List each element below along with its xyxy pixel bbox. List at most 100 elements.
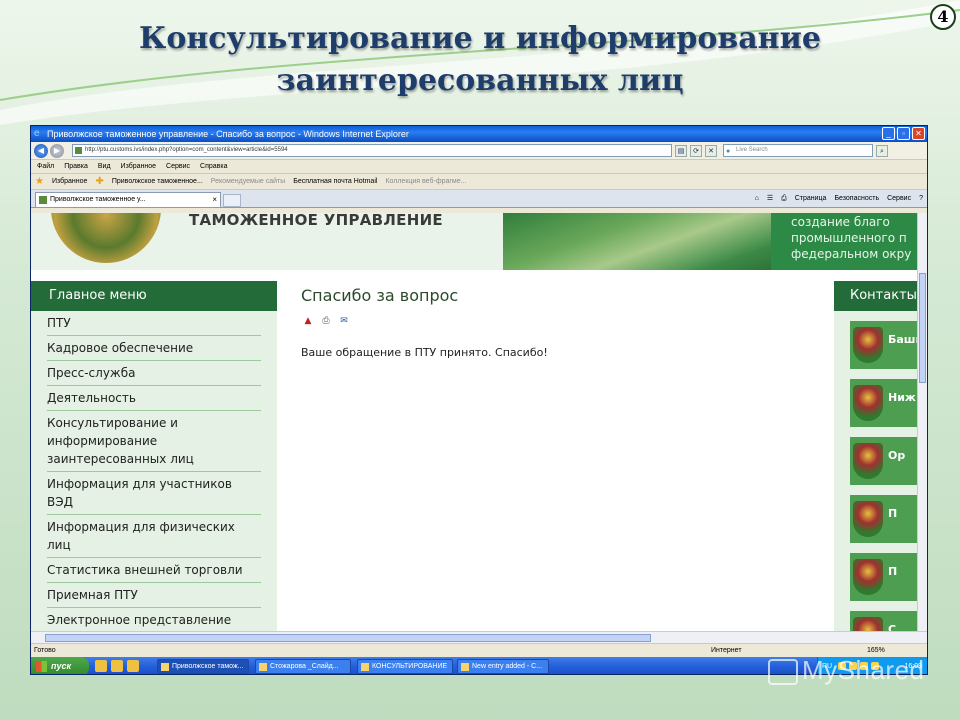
pdf-icon[interactable]: ▲: [301, 315, 315, 327]
menu-favorites[interactable]: Избранное: [121, 160, 156, 173]
ie-quick-icon[interactable]: [111, 660, 123, 672]
print-page-icon[interactable]: ⎙: [319, 315, 333, 327]
menu-item-press[interactable]: Пресс-служба: [47, 361, 261, 386]
contact-card[interactable]: П: [850, 553, 927, 601]
main-content: Спасибо за вопрос ▲ ⎙ ✉ Ваше обращение в…: [301, 285, 821, 361]
fav-link-hotmail[interactable]: Бесплатная почта Hotmail: [293, 174, 377, 190]
help-icon[interactable]: ?: [919, 191, 923, 207]
fav-link-ptu[interactable]: Приволжское таможенное...: [112, 174, 203, 190]
maximize-button[interactable]: ▫: [897, 127, 910, 140]
slide-title-line-2: заинтересованных лиц: [276, 63, 684, 98]
cmd-page[interactable]: Страница: [795, 191, 827, 207]
menu-tools[interactable]: Сервис: [166, 160, 190, 173]
page-viewport: ТАМОЖЕННОЕ УПРАВЛЕНИЕ создание благо про…: [31, 213, 927, 631]
contacts-title: Контакты: [834, 281, 927, 311]
menu-item-ptu[interactable]: ПТУ: [47, 311, 261, 336]
home-icon[interactable]: ⌂: [755, 191, 759, 207]
contact-card[interactable]: П: [850, 495, 927, 543]
task-label: New entry added - C...: [472, 663, 543, 670]
vertical-scroll-thumb[interactable]: [919, 273, 926, 383]
search-input[interactable]: ● Live Search: [723, 144, 873, 157]
menu-item-staffing[interactable]: Кадровое обеспечение: [47, 336, 261, 361]
window-controls: _ ▫ ✕: [882, 127, 925, 140]
contact-card[interactable]: Ниж: [850, 379, 927, 427]
favorites-star-icon[interactable]: ★: [35, 174, 44, 190]
vertical-scrollbar[interactable]: [917, 213, 927, 631]
cmd-safety[interactable]: Безопасность: [834, 191, 879, 207]
minimize-button[interactable]: _: [882, 127, 895, 140]
content-tools: ▲ ⎙ ✉: [301, 315, 821, 327]
banner-photo: [503, 213, 793, 270]
compatibility-icon[interactable]: ▤: [675, 144, 687, 157]
start-button[interactable]: пуск: [31, 657, 89, 674]
contact-label: Ор: [888, 449, 906, 462]
menu-file[interactable]: Файл: [37, 160, 54, 173]
fav-link-webslices[interactable]: Коллекция веб-фрагме...: [385, 174, 466, 190]
status-zone: Интернет: [711, 647, 742, 654]
task-button-ie[interactable]: Приволжское тамож...: [157, 659, 249, 674]
contact-card[interactable]: Башк: [850, 321, 927, 369]
menu-item-activity[interactable]: Деятельность: [47, 386, 261, 411]
desktop-icon[interactable]: [127, 660, 139, 672]
favorites-bar: ★ Избранное ✚ Приволжское таможенное... …: [31, 174, 927, 190]
menu-help[interactable]: Справка: [200, 160, 227, 173]
menu-item-reception[interactable]: Приемная ПТУ: [47, 583, 261, 608]
ie-logo-icon: e: [34, 128, 40, 139]
stop-icon[interactable]: ✕: [705, 144, 717, 157]
outlook-icon[interactable]: [95, 660, 107, 672]
refresh-icon[interactable]: ⟳: [690, 144, 702, 157]
folder-task-icon: [361, 663, 369, 671]
menu-item-electronic[interactable]: Электронное представление: [47, 608, 261, 631]
new-tab-button[interactable]: [223, 194, 241, 207]
task-label: КОНСУЛЬТИРОВАНИЕ: [372, 663, 448, 670]
email-icon[interactable]: ✉: [337, 315, 351, 327]
task-label: Приволжское тамож...: [172, 663, 244, 670]
tab-active[interactable]: Приволжское таможенное у... ×: [35, 192, 221, 207]
main-menu-sidebar: Главное меню ПТУ Кадровое обеспечение Пр…: [31, 281, 277, 631]
contact-card[interactable]: Ор: [850, 437, 927, 485]
print-icon[interactable]: ⎙: [781, 191, 787, 207]
site-banner: ТАМОЖЕННОЕ УПРАВЛЕНИЕ создание благо про…: [31, 213, 927, 270]
contact-card[interactable]: С: [850, 611, 927, 631]
region-emblem-icon: [853, 443, 883, 479]
slide-number-badge: 4: [930, 4, 956, 30]
menu-item-trade-stats[interactable]: Статистика внешней торговли: [47, 558, 261, 583]
region-emblem-icon: [853, 327, 883, 363]
task-button-powerpoint[interactable]: Стожарова _Слайд...: [255, 659, 351, 674]
app-task-icon: [461, 663, 469, 671]
search-go-icon[interactable]: ⌕: [876, 144, 888, 157]
status-text: Готово: [34, 647, 56, 654]
menu-edit[interactable]: Правка: [64, 160, 88, 173]
watermark-text: MyShared: [802, 655, 925, 685]
browser-window: e Приволжское таможенное управление - Сп…: [30, 125, 928, 675]
menu-item-fea-participants[interactable]: Информация для участников ВЭД: [47, 472, 261, 515]
menu-bar: Файл Правка Вид Избранное Сервис Справка: [31, 160, 927, 174]
horizontal-scroll-thumb[interactable]: [45, 634, 651, 642]
menu-view[interactable]: Вид: [98, 160, 111, 173]
tab-close-icon[interactable]: ×: [212, 193, 217, 207]
start-label: пуск: [51, 661, 72, 671]
command-bar: ⌂ ☰ ⎙ Страница Безопасность Сервис ?: [755, 191, 923, 207]
task-button-folder[interactable]: КОНСУЛЬТИРОВАНИЕ: [357, 659, 453, 674]
tab-title: Приволжское таможенное у...: [50, 196, 146, 203]
add-favorite-icon[interactable]: ✚: [95, 174, 103, 190]
forward-button[interactable]: ▶: [50, 143, 64, 158]
ie-task-icon: [161, 663, 169, 671]
feeds-icon[interactable]: ☰: [767, 191, 773, 207]
favorites-button[interactable]: Избранное: [52, 174, 87, 190]
region-emblem-icon: [853, 559, 883, 595]
cmd-tools[interactable]: Сервис: [887, 191, 911, 207]
window-titlebar: e Приволжское таможенное управление - Сп…: [31, 126, 927, 142]
address-input[interactable]: http://ptu.customs.ivs/index.php?option=…: [72, 144, 672, 157]
close-button[interactable]: ✕: [912, 127, 925, 140]
horizontal-scrollbar[interactable]: [31, 631, 927, 643]
menu-item-individuals[interactable]: Информация для физических лиц: [47, 515, 261, 558]
slide-title: Консультирование и информирование заинте…: [0, 18, 960, 102]
back-button[interactable]: ◀: [34, 143, 48, 158]
watermark-logo-icon: [768, 659, 798, 686]
task-button-entry[interactable]: New entry added - C...: [457, 659, 549, 674]
region-emblem-icon: [853, 501, 883, 537]
main-menu-title: Главное меню: [31, 281, 277, 311]
fav-link-suggested[interactable]: Рекомендуемые сайты: [211, 174, 285, 190]
menu-item-consulting[interactable]: Консультирование и информирование заинте…: [47, 411, 261, 472]
